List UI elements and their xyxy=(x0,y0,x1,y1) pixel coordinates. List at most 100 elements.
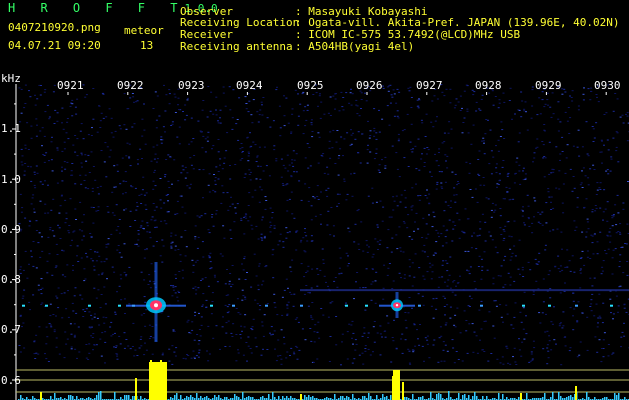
noise-speck xyxy=(362,250,365,252)
noise-speck xyxy=(426,197,429,199)
noise-speck xyxy=(618,261,621,262)
noise-speck xyxy=(208,353,211,355)
noise-speck xyxy=(421,153,423,155)
noise-speck xyxy=(34,187,37,189)
noise-speck xyxy=(520,321,523,323)
noise-speck xyxy=(289,266,292,268)
noise-speck xyxy=(443,141,446,143)
noise-speck xyxy=(261,104,263,106)
noise-speck xyxy=(417,293,420,295)
echo-blip xyxy=(610,304,613,307)
noise-speck xyxy=(522,206,524,208)
noise-speck xyxy=(509,87,512,89)
noise-speck xyxy=(137,230,140,231)
noise-speck xyxy=(35,267,38,269)
noise-speck xyxy=(141,135,144,137)
noise-speck xyxy=(378,131,381,133)
noise-speck xyxy=(541,141,544,142)
noise-speck xyxy=(625,113,627,115)
noise-speck xyxy=(528,361,531,363)
noise-speck xyxy=(514,113,516,115)
noise-speck xyxy=(100,150,103,151)
noise-speck xyxy=(125,274,128,276)
noise-speck xyxy=(188,143,191,145)
noise-speck xyxy=(150,160,153,162)
noise-speck xyxy=(509,284,512,286)
noise-speck xyxy=(198,349,201,351)
noise-speck xyxy=(232,323,235,325)
noise-speck xyxy=(197,236,200,238)
noise-speck xyxy=(371,187,374,189)
noise-speck xyxy=(252,99,255,101)
noise-speck xyxy=(435,229,438,231)
noise-speck xyxy=(107,243,110,245)
noise-speck xyxy=(598,315,601,317)
noise-speck xyxy=(131,93,134,94)
noise-speck xyxy=(625,311,628,313)
noise-speck xyxy=(577,109,580,111)
noise-speck xyxy=(23,174,26,176)
noise-speck xyxy=(35,352,38,354)
noise-speck xyxy=(45,358,48,360)
noise-speck xyxy=(411,187,414,189)
amplitude-bar xyxy=(558,392,560,400)
noise-speck xyxy=(162,245,165,247)
noise-speck xyxy=(417,338,419,340)
noise-speck xyxy=(109,326,112,328)
noise-speck xyxy=(547,357,550,359)
noise-speck xyxy=(484,133,487,135)
noise-speck xyxy=(490,353,493,354)
noise-speck xyxy=(245,103,248,104)
amplitude-bar xyxy=(286,396,288,400)
noise-speck xyxy=(190,164,193,166)
noise-speck xyxy=(469,266,472,268)
noise-speck xyxy=(209,261,212,263)
noise-speck xyxy=(168,360,171,362)
noise-speck xyxy=(318,337,321,339)
noise-speck xyxy=(458,219,461,221)
noise-speck xyxy=(355,281,357,283)
noise-speck xyxy=(419,324,421,325)
noise-speck xyxy=(104,303,107,305)
noise-speck xyxy=(123,124,126,126)
noise-speck xyxy=(242,354,245,356)
noise-speck xyxy=(515,161,518,163)
noise-speck xyxy=(107,238,110,240)
noise-speck xyxy=(283,95,285,97)
noise-speck xyxy=(326,195,329,197)
noise-speck xyxy=(361,352,364,354)
noise-speck xyxy=(587,88,590,90)
amplitude-bar xyxy=(462,395,464,400)
noise-speck xyxy=(95,297,98,299)
noise-speck xyxy=(179,260,182,262)
noise-speck xyxy=(532,294,535,295)
noise-speck xyxy=(139,148,142,150)
noise-speck xyxy=(336,205,339,207)
noise-speck xyxy=(327,187,330,189)
noise-speck xyxy=(126,142,129,144)
noise-speck xyxy=(601,162,603,164)
noise-speck xyxy=(307,292,310,294)
noise-speck xyxy=(117,226,120,227)
noise-speck xyxy=(160,136,163,138)
noise-speck xyxy=(256,303,259,305)
noise-speck xyxy=(411,307,413,309)
noise-speck xyxy=(302,110,305,112)
noise-speck xyxy=(496,252,499,254)
noise-speck xyxy=(290,176,293,178)
noise-speck xyxy=(137,245,140,247)
noise-speck xyxy=(65,308,68,310)
noise-speck xyxy=(433,339,436,341)
noise-speck xyxy=(143,129,146,131)
noise-speck xyxy=(33,171,36,173)
noise-speck xyxy=(221,168,224,170)
noise-speck xyxy=(350,129,352,131)
amplitude-bar xyxy=(464,394,466,400)
noise-speck xyxy=(110,321,113,323)
noise-speck xyxy=(24,144,27,146)
noise-speck xyxy=(442,341,445,343)
noise-speck xyxy=(152,146,155,148)
noise-speck xyxy=(279,135,282,137)
noise-speck xyxy=(501,166,504,168)
noise-speck xyxy=(592,253,595,255)
